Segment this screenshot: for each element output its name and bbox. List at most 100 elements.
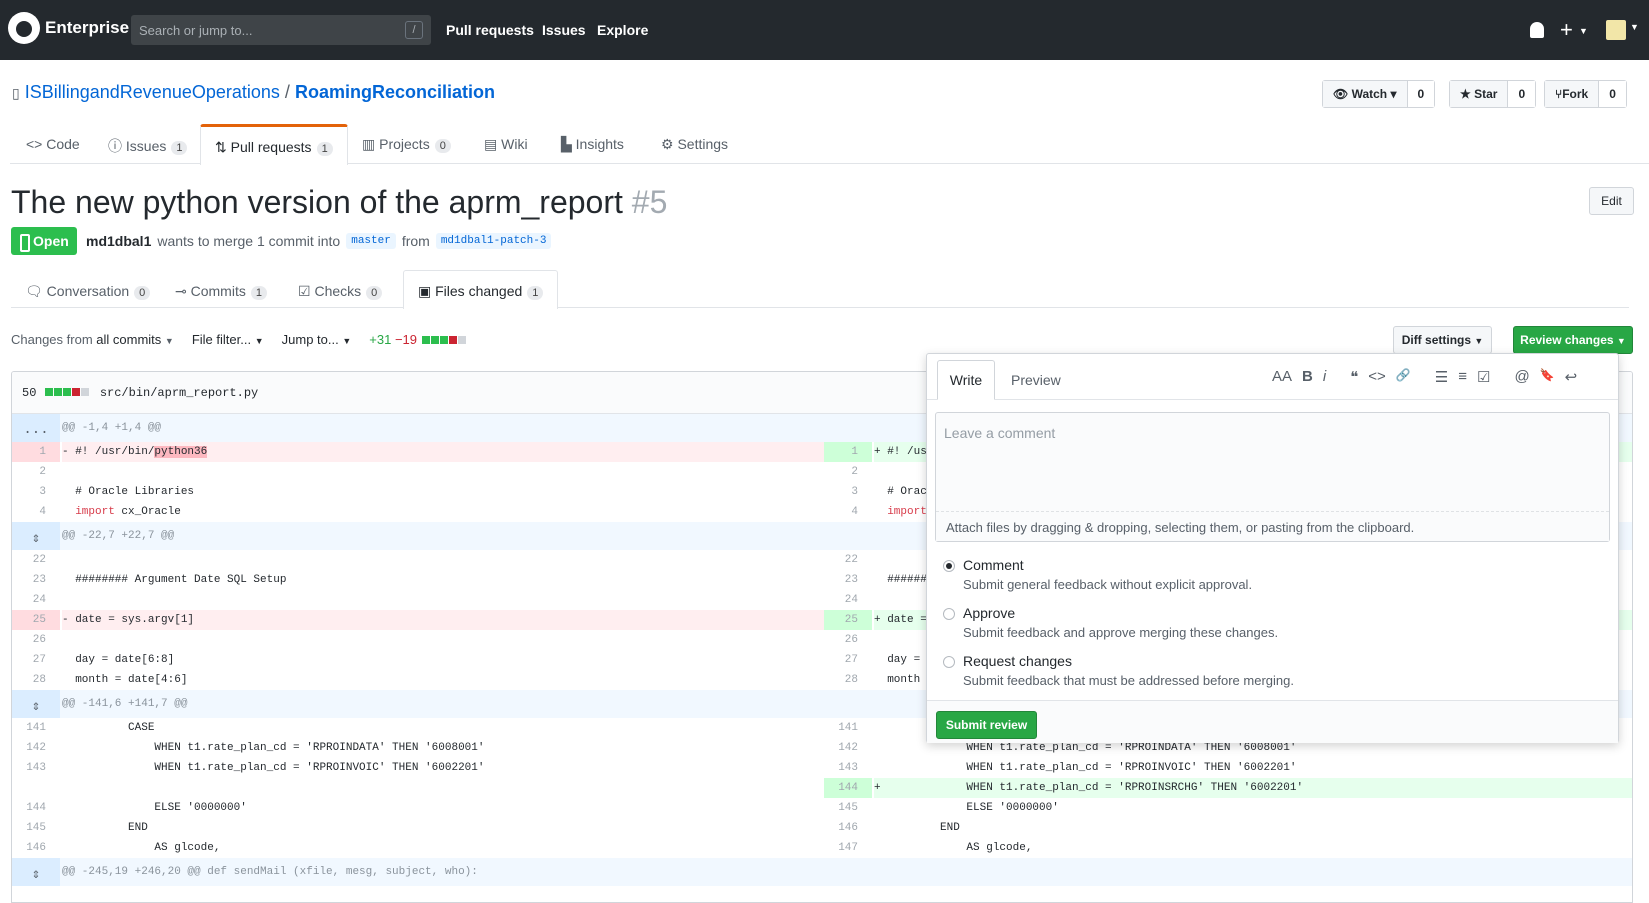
line-number-right[interactable]: 144 [824, 778, 872, 798]
line-number-left[interactable]: 142 [12, 738, 60, 758]
line-number-right[interactable]: 2 [824, 462, 872, 482]
comment-radio[interactable] [943, 560, 955, 572]
diff-settings-button[interactable]: Diff settings ▼ [1393, 326, 1492, 354]
unordered-list-icon[interactable]: ☰ [1435, 368, 1448, 386]
attach-files-hint[interactable]: Attach files by dragging & dropping, sel… [936, 511, 1609, 541]
notification-bell-icon[interactable] [1530, 22, 1544, 38]
line-number-right[interactable]: 1 [824, 442, 872, 462]
fork-count[interactable]: 0 [1598, 81, 1626, 107]
base-branch[interactable]: master [346, 233, 396, 249]
user-avatar[interactable]: ▼ [1606, 20, 1639, 40]
line-number-left[interactable]: 2 [12, 462, 60, 482]
comment-textarea[interactable]: Leave a comment Attach files by dragging… [935, 412, 1610, 542]
jump-to-menu[interactable]: Jump to... ▼ [282, 332, 352, 347]
tab-projects[interactable]: ▥ Projects 0 [362, 136, 451, 153]
task-list-icon[interactable]: ☑ [1477, 368, 1490, 386]
star-button[interactable]: ★ Star 0 [1449, 80, 1537, 108]
text-size-icon[interactable]: AA [1272, 368, 1292, 386]
line-number-right[interactable]: 23 [824, 570, 872, 590]
nav-pull-requests[interactable]: Pull requests [446, 22, 534, 38]
reply-icon[interactable]: ↩ [1565, 368, 1578, 386]
line-number-right[interactable]: 26 [824, 630, 872, 650]
line-number-right[interactable]: 22 [824, 550, 872, 570]
line-number-left[interactable]: 23 [12, 570, 60, 590]
line-number-left[interactable]: 4 [12, 502, 60, 522]
line-number-right[interactable]: 142 [824, 738, 872, 758]
line-number-left[interactable]: 141 [12, 718, 60, 738]
line-number-left[interactable]: 26 [12, 630, 60, 650]
approve-radio[interactable] [943, 608, 955, 620]
watch-count[interactable]: 0 [1406, 81, 1435, 107]
file-filter-menu[interactable]: File filter... ▼ [192, 332, 264, 347]
expand-lines-icon[interactable]: ⇕ [12, 690, 60, 718]
tab-wiki[interactable]: ▤ Wiki [484, 136, 528, 153]
tab-conversation[interactable]: 🗨 Conversation 0 [25, 283, 151, 300]
line-number-left[interactable]: 22 [12, 550, 60, 570]
expand-lines-icon[interactable]: ... [12, 414, 60, 442]
request-changes-radio[interactable] [943, 656, 955, 668]
italic-icon[interactable]: i [1323, 368, 1326, 386]
line-number-right[interactable]: 24 [824, 590, 872, 610]
line-number-right[interactable]: 3 [824, 482, 872, 502]
watch-button[interactable]: 👁 Watch ▾ 0 [1322, 80, 1436, 108]
bold-icon[interactable]: B [1302, 368, 1313, 386]
reference-icon[interactable]: 🔖 [1540, 368, 1555, 386]
changes-from-menu[interactable]: Changes from all commits ▼ [11, 332, 174, 347]
line-number-right[interactable]: 4 [824, 502, 872, 522]
tab-files-changed[interactable]: ▣ Files changed 1 [403, 270, 559, 309]
code-icon[interactable]: <> [1368, 368, 1386, 386]
project-icon: ▥ [362, 136, 376, 152]
tab-code[interactable]: <> Code [26, 136, 80, 152]
file-path-link[interactable]: src/bin/aprm_report.py [100, 386, 258, 400]
line-number-left[interactable]: 143 [12, 758, 60, 778]
submit-review-button[interactable]: Submit review [936, 711, 1037, 739]
tab-settings[interactable]: ⚙ Settings [661, 136, 728, 153]
search-input[interactable]: Search or jump to... / [131, 15, 431, 45]
line-number-right[interactable]: 143 [824, 758, 872, 778]
star-count[interactable]: 0 [1507, 81, 1536, 107]
line-number-left[interactable]: 25 [12, 610, 60, 630]
mention-icon[interactable]: @ [1514, 368, 1529, 386]
pr-author-link[interactable]: md1dbal1 [86, 233, 151, 249]
line-number-right[interactable]: 28 [824, 670, 872, 690]
line-number-left[interactable]: 145 [12, 818, 60, 838]
fork-button[interactable]: ⑂Fork 0 [1544, 80, 1627, 108]
line-number-left[interactable]: 28 [12, 670, 60, 690]
quote-icon[interactable]: ❝ [1350, 368, 1358, 386]
git-commit-icon: ⊸ [175, 283, 187, 299]
create-new-button[interactable]: + ▼ [1560, 17, 1588, 43]
tab-preview[interactable]: Preview [1011, 372, 1061, 388]
line-number-left[interactable]: 146 [12, 838, 60, 858]
expand-lines-icon[interactable]: ⇕ [12, 522, 60, 550]
review-changes-button[interactable]: Review changes ▼ [1513, 326, 1633, 354]
line-number-left[interactable] [12, 778, 60, 798]
github-logo-icon[interactable] [8, 12, 40, 44]
line-number-left[interactable]: 24 [12, 590, 60, 610]
edit-title-button[interactable]: Edit [1589, 187, 1634, 215]
head-branch[interactable]: md1dbal1-patch-3 [435, 233, 552, 249]
line-number-right[interactable]: 27 [824, 650, 872, 670]
brand-label[interactable]: Enterprise [45, 18, 129, 38]
line-number-right[interactable]: 147 [824, 838, 872, 858]
tab-write[interactable]: Write [937, 360, 995, 400]
line-number-right[interactable]: 146 [824, 818, 872, 838]
line-number-right[interactable]: 141 [824, 718, 872, 738]
nav-explore[interactable]: Explore [597, 22, 648, 38]
tab-commits[interactable]: ⊸ Commits 1 [175, 283, 267, 300]
line-number-left[interactable]: 1 [12, 442, 60, 462]
tab-insights[interactable]: ▙ Insights [561, 136, 624, 153]
tab-checks[interactable]: ☑ Checks 0 [298, 283, 383, 300]
line-number-left[interactable]: 3 [12, 482, 60, 502]
nav-issues[interactable]: Issues [542, 22, 586, 38]
line-number-right[interactable]: 25 [824, 610, 872, 630]
tab-pull-requests[interactable]: ⇅ Pull requests 1 [200, 124, 348, 165]
repo-name-link[interactable]: RoamingReconciliation [295, 82, 495, 102]
line-number-left[interactable]: 144 [12, 798, 60, 818]
link-icon[interactable]: 🔗 [1396, 368, 1411, 386]
line-number-left[interactable]: 27 [12, 650, 60, 670]
tab-issues[interactable]: ⓘ Issues 1 [108, 136, 188, 156]
repo-owner-link[interactable]: ISBillingandRevenueOperations [25, 82, 280, 102]
line-number-right[interactable]: 145 [824, 798, 872, 818]
ordered-list-icon[interactable]: ≡ [1458, 368, 1467, 386]
expand-lines-icon[interactable]: ⇕ [12, 858, 60, 886]
